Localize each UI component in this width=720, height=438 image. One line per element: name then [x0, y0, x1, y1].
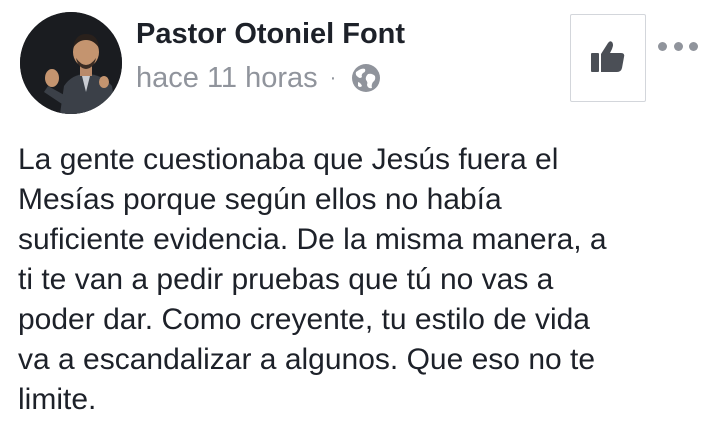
- post-text-line: poder dar. Como creyente, tu estilo de v…: [18, 303, 590, 336]
- facebook-post: Pastor Otoniel Font hace 11 horas · La g…: [0, 0, 720, 438]
- avatar-photo: [20, 12, 122, 114]
- more-options-icon[interactable]: [658, 40, 698, 52]
- post-text-line: suficiente evidencia. De la misma manera…: [18, 223, 607, 256]
- post-text-line: Mesías porque según ellos no había: [18, 183, 502, 216]
- avatar[interactable]: [20, 12, 122, 114]
- post-text-line: va a escandalizar a algunos. Que eso no …: [18, 343, 596, 376]
- like-button[interactable]: [570, 14, 646, 102]
- globe-icon[interactable]: [350, 62, 382, 94]
- more-dot: [689, 41, 698, 51]
- thumbs-up-icon: [590, 39, 626, 78]
- post-text-line: ti te van a pedir pruebas que tú no vas …: [18, 263, 554, 296]
- post-text: La gente cuestionaba que Jesús fuera el …: [18, 140, 708, 420]
- more-dot: [658, 41, 667, 51]
- post-timestamp[interactable]: hace 11 horas: [136, 62, 318, 95]
- author-name[interactable]: Pastor Otoniel Font: [136, 18, 405, 51]
- post-meta: hace 11 horas ·: [136, 60, 382, 96]
- post-text-line: La gente cuestionaba que Jesús fuera el: [18, 143, 559, 176]
- post-text-line: limite.: [18, 383, 97, 416]
- meta-separator: ·: [329, 67, 337, 89]
- more-dot: [673, 41, 683, 51]
